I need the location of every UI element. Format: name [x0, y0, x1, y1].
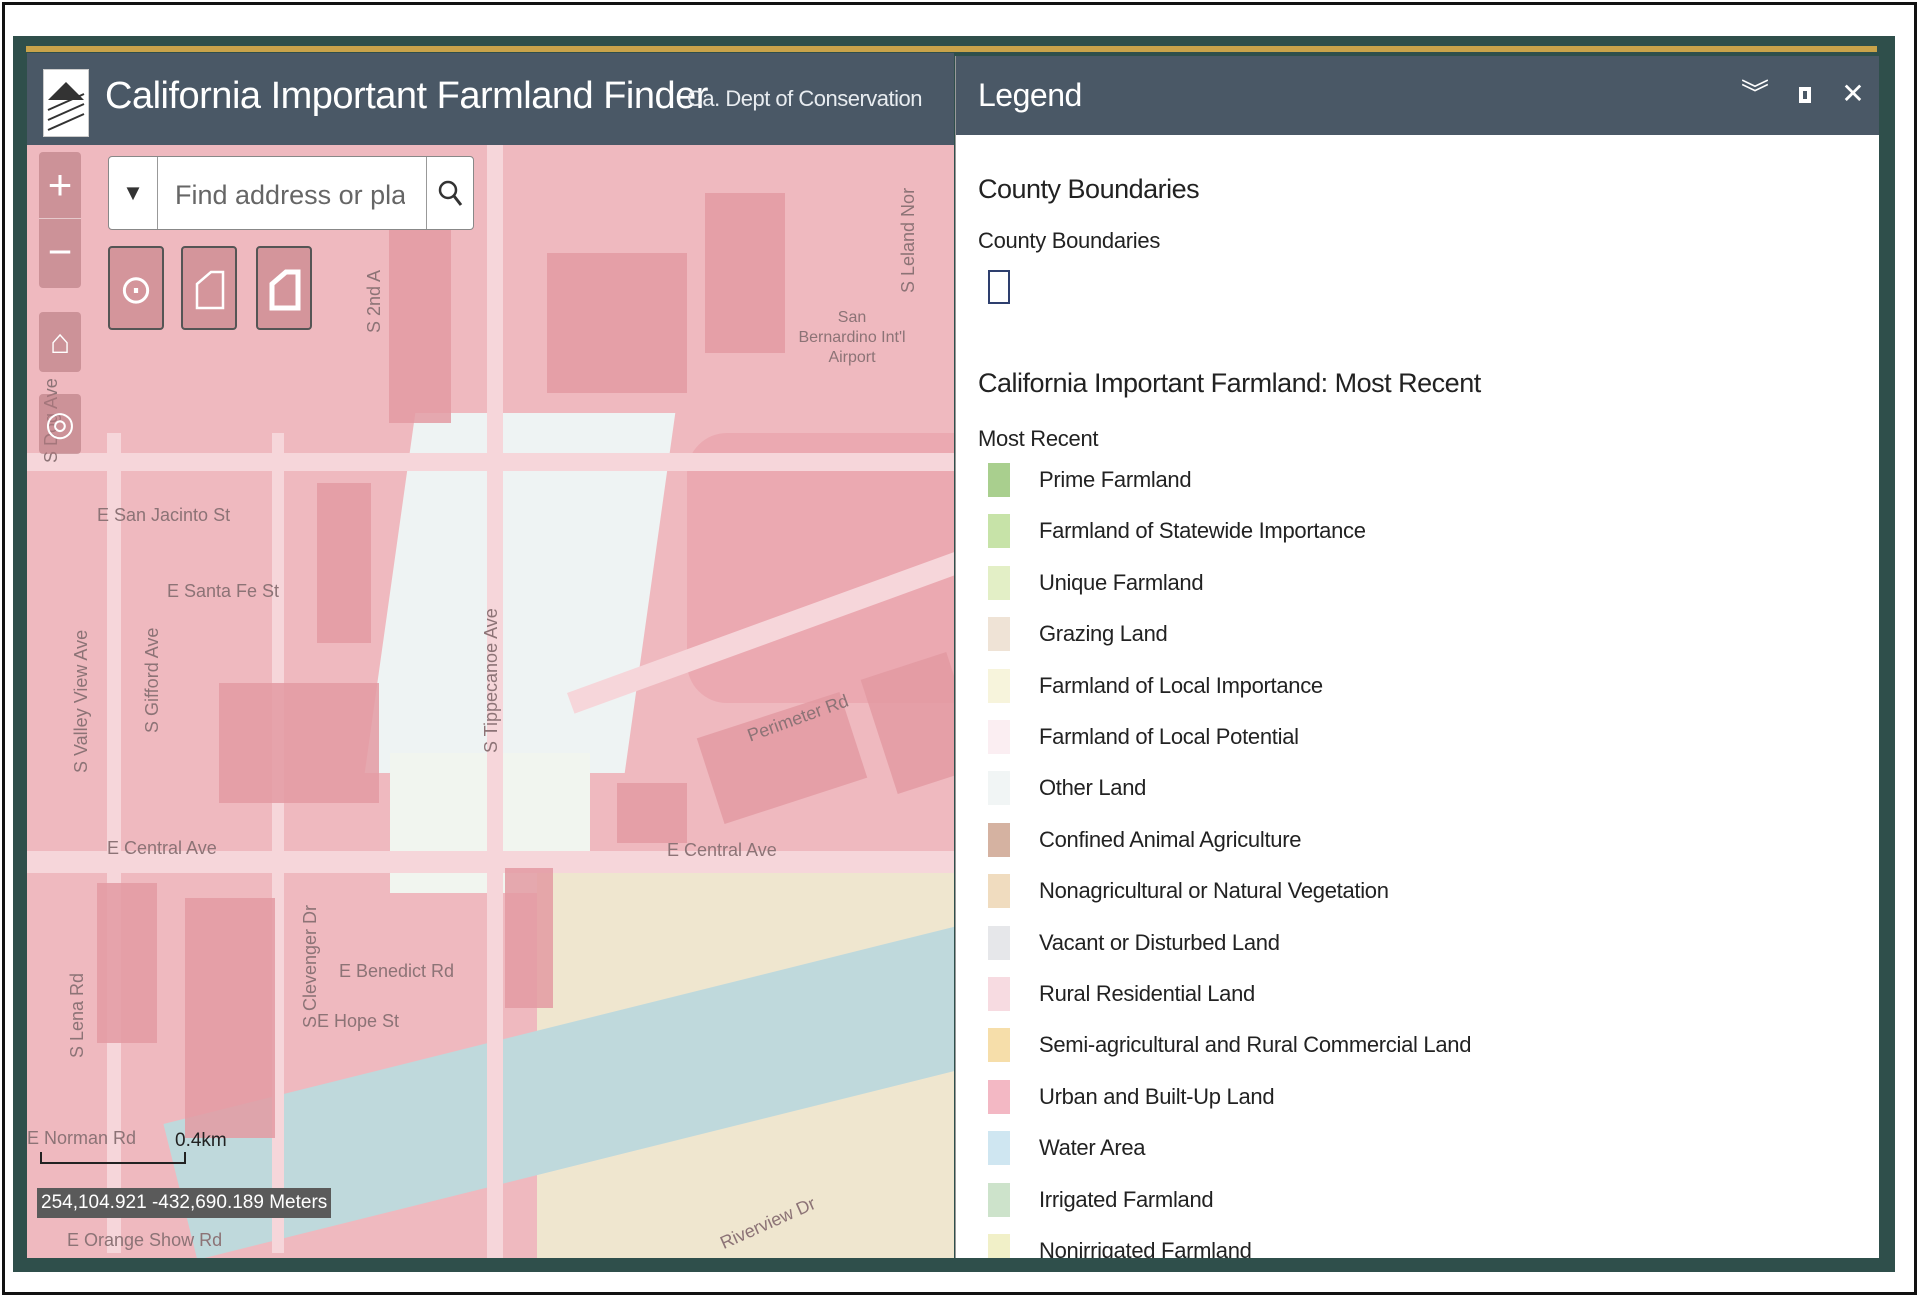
close-button[interactable]: ✕	[1836, 76, 1870, 112]
circle-draw-button[interactable]: ⊙	[108, 246, 164, 330]
street-label: E Norman Rd	[27, 1128, 137, 1148]
search-input[interactable]	[173, 177, 407, 213]
legend-label: Other Land	[1039, 775, 1147, 801]
legend-swatch	[988, 565, 1010, 600]
section-title: County Boundaries	[978, 174, 1200, 204]
polygon-draw-icon	[195, 270, 225, 310]
legend-swatch	[988, 977, 1010, 1011]
county-boundary-swatch	[988, 270, 1010, 304]
street-label: E San Jacinto St	[97, 505, 231, 525]
collapse-button[interactable]: ︾	[1738, 76, 1772, 112]
zoom-out-button[interactable]: −	[39, 218, 81, 285]
street-label: E Benedict Rd	[339, 961, 455, 981]
legend-label: Rural Residential Land	[1039, 981, 1255, 1006]
legend-swatch	[988, 1234, 1010, 1258]
caret-down-icon: ▼	[122, 180, 144, 205]
legend-label: Nonagricultural or Natural Vegetation	[1039, 878, 1389, 904]
street-label: S Clevenger Dr	[300, 904, 320, 1028]
search-icon	[438, 180, 463, 206]
home-button[interactable]: ⌂	[39, 312, 81, 372]
street-label: S Tippecanoe Ave	[481, 608, 501, 753]
scale-bar	[40, 1152, 186, 1164]
legend-label: Farmland of Local Potential	[1039, 724, 1299, 749]
map-view[interactable]: E San Jacinto St E Santa Fe St S Valley …	[27, 53, 954, 1258]
legend-swatch	[988, 1079, 1010, 1114]
legend-label: Irrigated Farmland	[1039, 1186, 1214, 1212]
building	[185, 898, 275, 1138]
building	[219, 683, 379, 803]
legend-panel: Legend ︾ ✕ County Boundaries County Boun…	[955, 56, 1879, 1258]
locate-icon: ◎	[45, 405, 75, 443]
legend-label: Urban and Built-Up Land	[1039, 1083, 1275, 1109]
legend-title: Legend	[978, 77, 1082, 113]
maximize-icon	[1799, 87, 1811, 103]
airport-label: San Bernardino Int'l Airport	[798, 309, 906, 366]
locate-button[interactable]: ◎	[39, 394, 81, 454]
legend-header: Legend ︾ ✕	[956, 56, 1879, 135]
legend-label: Nonirrigated Farmland	[1039, 1238, 1252, 1258]
accent-strip	[26, 46, 1877, 52]
building	[97, 883, 157, 1043]
legend-label: Farmland of Local Importance	[1039, 672, 1323, 698]
polygon-fill-button[interactable]	[256, 246, 312, 330]
polygon-draw-button[interactable]	[181, 246, 237, 330]
legend-label: Grazing Land	[1039, 621, 1168, 647]
legend-swatch	[988, 822, 1010, 857]
legend-swatch	[988, 771, 1010, 806]
legend-swatch	[988, 874, 1010, 909]
app-header: California Important Farmland Finder Ca.…	[27, 53, 954, 145]
building	[317, 483, 371, 643]
maximize-button[interactable]	[1788, 76, 1822, 112]
zoom-in-button[interactable]: +	[39, 152, 81, 218]
building	[547, 253, 687, 393]
legend-swatch	[988, 463, 1010, 497]
coordinate-readout: 254,104.921 -432,690.189 Meters	[37, 1188, 332, 1218]
scale-label: 0.4km	[175, 1130, 227, 1151]
polygon-fill-icon	[269, 269, 301, 311]
zoom-control: + −	[39, 152, 81, 288]
legend-swatch	[988, 514, 1010, 549]
legend-label: Water Area	[1039, 1135, 1146, 1161]
search-button[interactable]	[426, 157, 473, 229]
app-title: California Important Farmland Finder	[105, 75, 708, 117]
legend-swatch	[988, 925, 1010, 960]
chevrons-down-icon: ︾	[1740, 78, 1769, 109]
circle-draw-icon: ⊙	[119, 268, 153, 312]
street-label: E Santa Fe St	[167, 581, 280, 601]
close-icon: ✕	[1841, 78, 1865, 109]
search-widget: ▼	[108, 156, 474, 230]
legend-label: Prime Farmland	[1039, 467, 1192, 492]
legend-label: Unique Farmland	[1039, 569, 1204, 595]
street-label: E Central Ave	[667, 840, 777, 860]
street-label: E Central Ave	[107, 838, 217, 858]
legend-label: Farmland of Statewide Importance	[1039, 518, 1366, 544]
building	[617, 783, 687, 843]
search-source-dropdown[interactable]: ▼	[109, 157, 158, 229]
department-logo	[43, 69, 89, 137]
street-label: S Leland Nor	[898, 187, 918, 293]
legend-swatch	[988, 668, 1010, 703]
street-label: S Valley View Ave	[71, 629, 91, 773]
building	[705, 193, 785, 353]
legend-label: Confined Animal Agriculture	[1039, 826, 1302, 852]
home-icon: ⌂	[49, 323, 71, 361]
section-title: California Important Farmland: Most Rece…	[978, 368, 1481, 398]
legend-swatch	[988, 1182, 1010, 1217]
street-label: S Gifford Ave	[142, 627, 162, 733]
app-subtitle: Ca. Dept of Conservation	[687, 86, 923, 111]
legend-swatch	[988, 720, 1010, 754]
legend-label: Semi-agricultural and Rural Commercial L…	[1039, 1032, 1472, 1058]
building	[505, 868, 553, 1008]
legend-swatch	[988, 1028, 1010, 1063]
layer-label: County Boundaries	[978, 228, 1161, 253]
street-label: E Orange Show Rd	[67, 1230, 223, 1250]
street-label: S Lena Rd	[67, 972, 87, 1058]
street-label: S 2nd A	[364, 269, 384, 333]
legend-swatch	[988, 1131, 1010, 1166]
legend-label: Vacant or Disturbed Land	[1039, 929, 1280, 955]
legend-swatch	[988, 617, 1010, 652]
street-label: E Hope St	[317, 1011, 400, 1031]
layer-label: Most Recent	[978, 426, 1099, 451]
